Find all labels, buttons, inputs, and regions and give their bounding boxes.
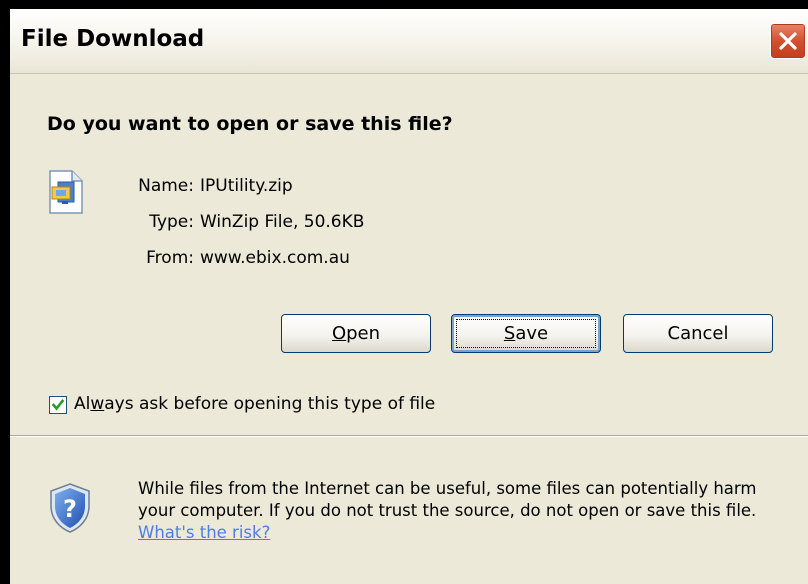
screen-border-left — [0, 0, 10, 584]
screen-border-top — [0, 0, 808, 9]
section-divider — [10, 435, 808, 437]
save-button[interactable]: Save — [451, 314, 601, 353]
window-title: File Download — [21, 26, 205, 52]
focus-ring — [456, 319, 596, 348]
svg-text:?: ? — [63, 495, 77, 523]
checkmark-icon — [51, 399, 65, 411]
always-ask-label-post: ays ask before opening this type of file — [104, 394, 436, 414]
warning-text: While files from the Internet can be use… — [138, 479, 757, 520]
close-icon — [779, 32, 797, 50]
title-bar[interactable]: File Download — [10, 9, 808, 74]
file-from-value: www.ebix.com.au — [200, 248, 350, 268]
whats-the-risk-link[interactable]: What's the risk? — [138, 523, 270, 542]
file-from-label: From: — [146, 248, 194, 268]
dialog-question: Do you want to open or save this file? — [47, 113, 453, 135]
file-type-value: WinZip File, 50.6KB — [200, 212, 365, 232]
security-shield-icon: ? — [48, 482, 92, 538]
file-name-label: Name: — [138, 176, 194, 196]
file-download-dialog: File Download Do you want to open or sav… — [10, 9, 808, 584]
file-type-label: Type: — [149, 212, 194, 232]
always-ask-label[interactable]: Always ask before opening this type of f… — [74, 394, 435, 414]
open-label-post: pen — [346, 323, 381, 344]
file-info-panel: Do you want to open or save this file? N… — [10, 74, 808, 423]
file-name-value: IPUtility.zip — [200, 176, 293, 196]
open-button[interactable]: Open — [281, 314, 431, 353]
always-ask-label-pre: Al — [74, 394, 91, 414]
zip-file-icon — [48, 170, 84, 218]
security-warning: While files from the Internet can be use… — [138, 478, 798, 544]
open-mnemonic: O — [331, 323, 347, 344]
cancel-button[interactable]: Cancel — [623, 314, 773, 353]
close-button[interactable] — [770, 23, 806, 59]
always-ask-checkbox[interactable] — [49, 396, 67, 414]
always-ask-mnemonic: w — [90, 394, 105, 414]
